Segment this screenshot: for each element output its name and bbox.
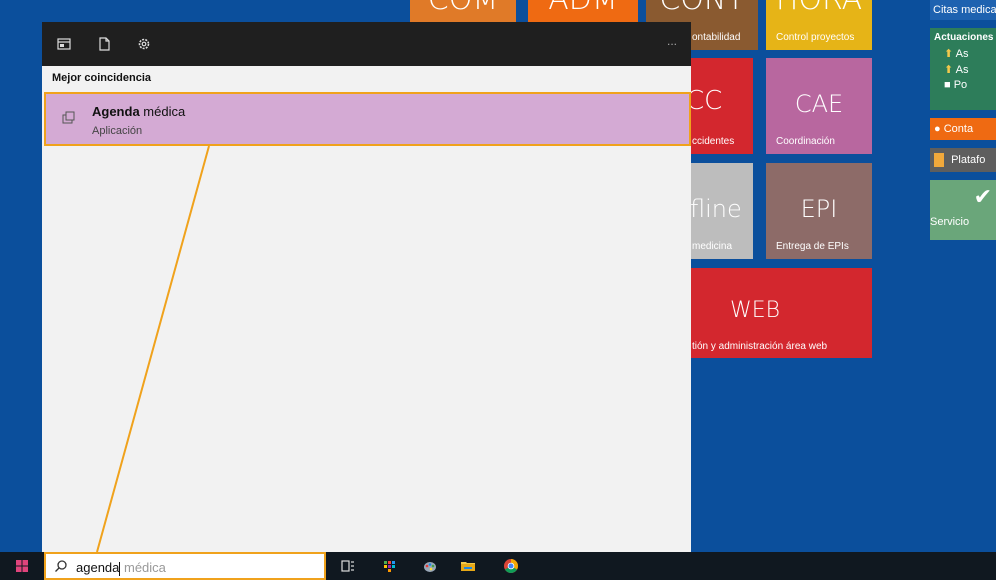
search-input: agenda médica bbox=[76, 560, 166, 576]
taskbar: agenda médica bbox=[0, 552, 996, 580]
search-typed-text: agenda bbox=[76, 560, 120, 575]
windows-start-icon[interactable] bbox=[14, 558, 30, 574]
tiles-app-icon[interactable] bbox=[382, 558, 398, 574]
search-suggestion-text: médica bbox=[120, 560, 166, 575]
search-icon bbox=[55, 560, 67, 572]
file-explorer-icon[interactable] bbox=[460, 558, 476, 574]
chrome-icon[interactable] bbox=[503, 558, 519, 574]
paint-app-icon[interactable] bbox=[422, 558, 438, 574]
taskbar-search-box[interactable]: agenda médica bbox=[44, 552, 326, 580]
task-view-icon[interactable] bbox=[340, 558, 356, 574]
annotation-line bbox=[96, 145, 210, 553]
